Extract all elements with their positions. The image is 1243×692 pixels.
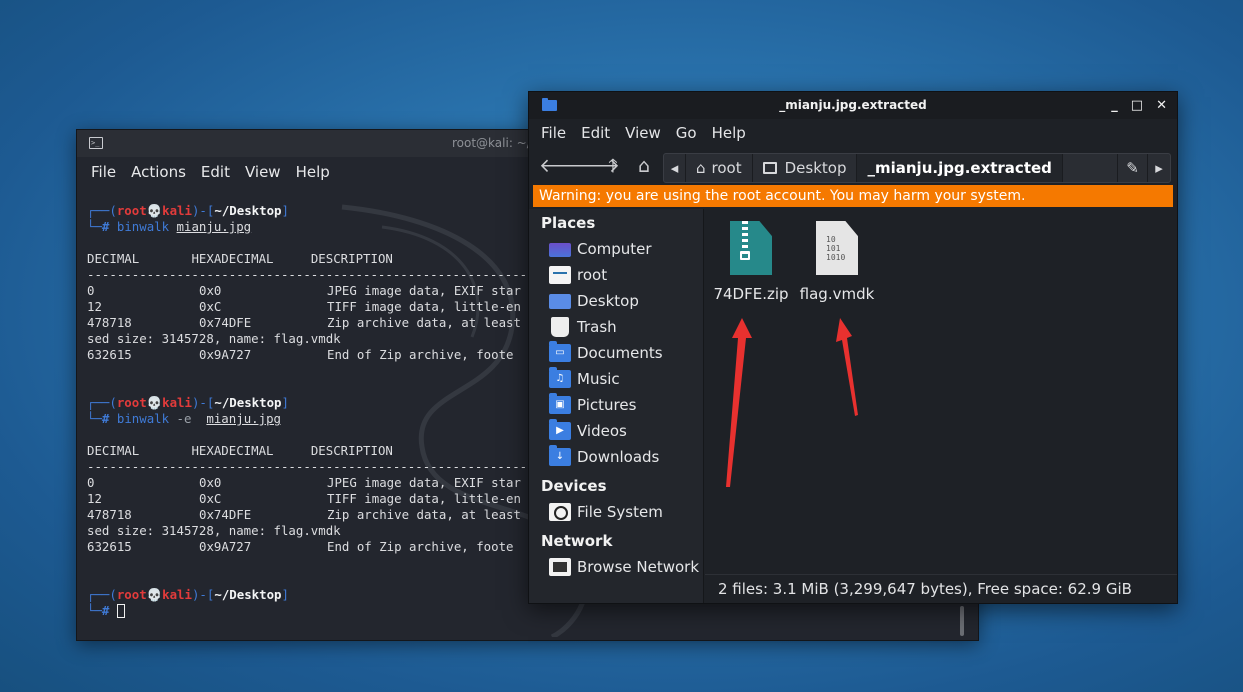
sidebar-item-trash[interactable]: Trash (549, 315, 617, 339)
desktop-icon (762, 162, 777, 174)
sidebar-item-downloads[interactable]: ↓ Downloads (549, 445, 659, 469)
path-scroll-left-icon[interactable]: ◂ (664, 154, 686, 182)
zip-archive-icon (730, 221, 772, 275)
menu-go[interactable]: Go (676, 124, 697, 142)
sidebar-header-devices: Devices (541, 477, 607, 495)
terminal-menu-file[interactable]: File (91, 163, 116, 181)
table-header: DECIMAL HEXADECIMAL DESCRIPTION (87, 251, 393, 266)
sidebar: Places Computer root Desktop Trash ▭ Docu… (529, 209, 704, 603)
path-segment-root[interactable]: ⌂ root (686, 154, 753, 182)
close-button[interactable]: ✕ (1156, 92, 1167, 119)
sidebar-item-music[interactable]: ♫ Music (549, 367, 620, 391)
computer-icon (549, 243, 571, 257)
forward-arrow-icon[interactable]: 🡒 (569, 153, 620, 179)
maximize-button[interactable]: □ (1131, 92, 1143, 119)
table-header: DECIMAL HEXADECIMAL DESCRIPTION (87, 443, 393, 458)
output-row: 12 0xC TIFF image data, little-en (87, 491, 521, 506)
file-item-zip[interactable]: 74DFE.zip (711, 221, 791, 303)
menu-edit[interactable]: Edit (581, 124, 610, 142)
terminal-icon (89, 130, 103, 157)
file-name: 74DFE.zip (713, 285, 789, 303)
file-manager-window[interactable]: _mianju.jpg.extracted _ □ ✕ File Edit Vi… (528, 91, 1178, 604)
pictures-folder-icon: ▣ (549, 393, 571, 414)
root-warning-banner: Warning: you are using the root account.… (533, 185, 1173, 207)
output-row: 632615 0x9A727 End of Zip archive, foote (87, 347, 514, 362)
back-arrow-icon[interactable]: 🡐 (539, 153, 590, 179)
sidebar-item-computer[interactable]: Computer (549, 237, 652, 261)
output-row: 0 0x0 JPEG image data, EXIF star (87, 283, 521, 298)
menu-help[interactable]: Help (712, 124, 746, 142)
music-folder-icon: ♫ (549, 367, 571, 388)
minimize-button[interactable]: _ (1111, 92, 1118, 119)
menu-view[interactable]: View (625, 124, 661, 142)
output-row: sed size: 3145728, name: flag.vmdk (87, 331, 341, 346)
documents-folder-icon: ▭ (549, 341, 571, 362)
videos-folder-icon: ▶ (549, 419, 571, 440)
sidebar-item-documents[interactable]: ▭ Documents (549, 341, 663, 365)
status-bar: 2 files: 3.1 MiB (3,299,647 bytes), Free… (705, 574, 1177, 603)
file-manager-menubar: File Edit View Go Help (529, 119, 1177, 147)
output-row: 632615 0x9A727 End of Zip archive, foote (87, 539, 514, 554)
output-row: 478718 0x74DFE Zip archive data, at least (87, 507, 521, 522)
sidebar-item-browse-network[interactable]: Browse Network (549, 555, 699, 579)
home-icon: ⌂ (696, 159, 706, 177)
file-item-vmdk[interactable]: 10 101 1010 flag.vmdk (797, 221, 877, 303)
path-segment-desktop[interactable]: Desktop (753, 154, 858, 182)
terminal-menu-view[interactable]: View (245, 163, 281, 181)
terminal-title: root@kali: ~/D (452, 136, 541, 150)
home-folder-icon (549, 266, 571, 284)
menu-file[interactable]: File (541, 124, 566, 142)
harddisk-icon (549, 503, 571, 521)
sidebar-item-desktop[interactable]: Desktop (549, 289, 639, 313)
file-view[interactable]: 74DFE.zip 10 101 1010 flag.vmdk (705, 209, 1177, 574)
sidebar-header-network: Network (541, 532, 613, 550)
text-cursor (116, 604, 125, 618)
path-scroll-right-icon[interactable]: ▸ (1148, 154, 1170, 182)
command-line: └─# binwalk -e mianju.jpg (87, 411, 281, 426)
path-segment-current[interactable]: _mianju.jpg.extracted (857, 154, 1063, 182)
prompt-line: ┌──(root💀kali)-[~/Desktop] (87, 587, 289, 602)
home-icon[interactable]: ⌂ (631, 153, 657, 179)
toolbar: 🡐 🡒 🡑 ⌂ ◂ ⌂ root Desktop _mianju.jpg.extr… (529, 147, 1177, 185)
sidebar-item-file-system[interactable]: File System (549, 500, 663, 524)
sidebar-item-root[interactable]: root (549, 263, 607, 287)
sidebar-item-pictures[interactable]: ▣ Pictures (549, 393, 636, 417)
terminal-scrollbar[interactable] (960, 606, 964, 636)
terminal-menu-actions[interactable]: Actions (131, 163, 186, 181)
terminal-menu-help[interactable]: Help (296, 163, 330, 181)
sidebar-header-places: Places (541, 214, 596, 232)
downloads-folder-icon: ↓ (549, 445, 571, 466)
command-line: └─# binwalk mianju.jpg (87, 219, 252, 234)
terminal-menu-edit[interactable]: Edit (201, 163, 230, 181)
binary-file-icon: 10 101 1010 (816, 221, 858, 275)
output-row: 12 0xC TIFF image data, little-en (87, 299, 521, 314)
output-row: 478718 0x74DFE Zip archive data, at least (87, 315, 521, 330)
path-empty-area[interactable] (1063, 154, 1118, 182)
edit-location-pencil-icon[interactable]: ✎ (1118, 154, 1148, 182)
trash-icon (551, 317, 569, 337)
command-line[interactable]: └─# (87, 603, 125, 619)
up-arrow-icon[interactable]: 🡑 (600, 153, 626, 179)
desktop-icon (549, 293, 571, 309)
output-row: sed size: 3145728, name: flag.vmdk (87, 523, 341, 538)
prompt-line: ┌──(root💀kali)-[~/Desktop] (87, 203, 289, 218)
file-name: flag.vmdk (799, 285, 875, 303)
prompt-line: ┌──(root💀kali)-[~/Desktop] (87, 395, 289, 410)
sidebar-item-videos[interactable]: ▶ Videos (549, 419, 627, 443)
network-icon (549, 558, 571, 576)
location-bar: ◂ ⌂ root Desktop _mianju.jpg.extracted ✎ … (663, 153, 1171, 183)
output-row: 0 0x0 JPEG image data, EXIF star (87, 475, 521, 490)
window-title: _mianju.jpg.extracted (779, 98, 927, 112)
file-manager-titlebar[interactable]: _mianju.jpg.extracted _ □ ✕ (529, 92, 1177, 119)
